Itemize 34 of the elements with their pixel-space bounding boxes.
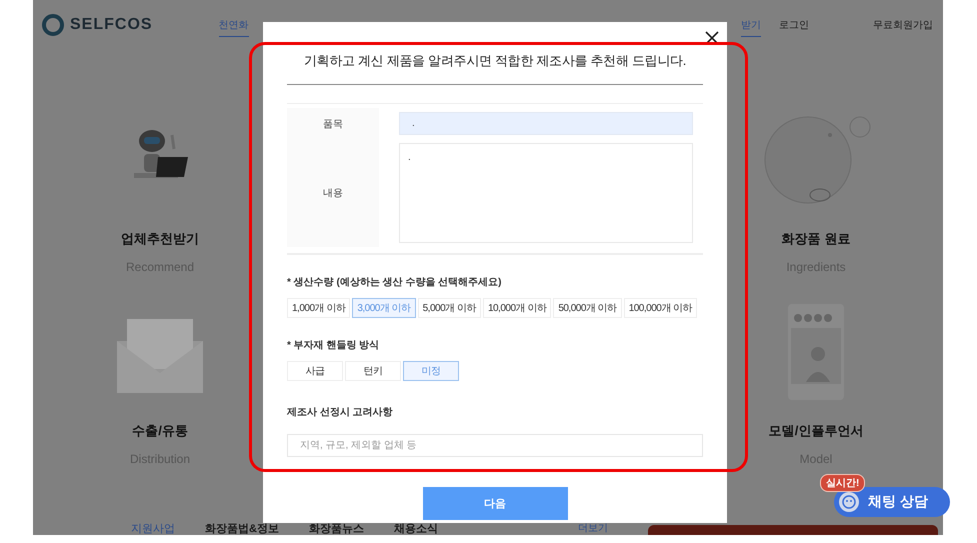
live-badge: 실시간! — [820, 474, 866, 492]
field-label: 품목 — [287, 108, 379, 139]
service-title: 모델/인플루언서 — [768, 422, 864, 440]
quantity-option[interactable]: 1,000개 이하 — [287, 298, 350, 318]
quantity-option[interactable]: 5,000개 이하 — [418, 298, 481, 318]
quantity-option[interactable]: 10,000개 이하 — [482, 298, 552, 318]
board-tab[interactable]: 화장품뉴스 — [308, 523, 364, 535]
service-title: 화장품 원료 — [782, 230, 850, 248]
account-link[interactable]: 로그인 — [779, 18, 809, 32]
handling-option[interactable]: 미정 — [403, 361, 459, 381]
section-label: * 생산수량 (예상하는 생산 수량을 선택해주세요) — [287, 276, 502, 289]
headset-face-icon — [838, 491, 860, 513]
item-input[interactable]: . — [399, 112, 693, 135]
handling-option[interactable]: 사급 — [287, 361, 343, 381]
account-link[interactable]: 무료회원가입 — [873, 18, 933, 32]
ring-logo-icon — [41, 13, 65, 37]
section-label: * 부자재 핸들링 방식 — [287, 339, 380, 352]
board-tab[interactable]: 화장품법&정보 — [205, 523, 279, 535]
modal-title: 기획하고 계신 제품을 알려주시면 적합한 제조사를 추천해 드립니다. — [287, 22, 703, 85]
chat-button[interactable]: 채팅 상담 — [834, 487, 950, 517]
quantity-option[interactable]: 100,000개 이하 — [624, 298, 698, 318]
next-button[interactable]: 다음 — [422, 487, 568, 520]
section-label: 제조사 선정시 고려사항 — [287, 406, 394, 419]
service-title: 수출/유통 — [132, 422, 188, 440]
content-textarea[interactable]: . — [399, 143, 693, 243]
logo-text: SELFCOS — [70, 16, 153, 34]
considerations-input[interactable]: 지역, 규모, 제외할 업체 등 — [287, 434, 703, 457]
field-label: 내용 — [287, 139, 379, 247]
service-title: 업체추천받기 — [121, 230, 199, 248]
quantity-option[interactable]: 3,000개 이하 — [352, 298, 416, 318]
quantity-option[interactable]: 50,000개 이하 — [553, 298, 622, 318]
board-tab[interactable]: 채용소식 — [394, 523, 438, 535]
close-icon[interactable] — [705, 31, 719, 45]
handling-option[interactable]: 턴키 — [345, 361, 401, 381]
